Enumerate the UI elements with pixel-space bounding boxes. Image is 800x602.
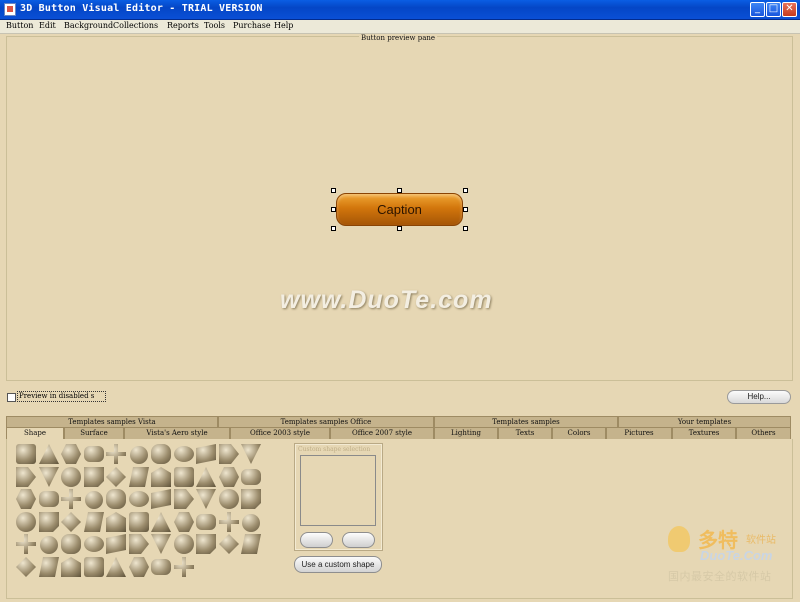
resize-handle-top-left[interactable] — [331, 188, 336, 193]
logo-chinese-sub: 软件站 — [746, 535, 776, 546]
tab-lighting[interactable]: Lighting — [434, 427, 498, 439]
menu-purchase[interactable]: Purchase — [233, 21, 271, 30]
help-button[interactable]: Help... — [727, 390, 791, 404]
tab-templates-samples[interactable]: Templates samples — [434, 416, 618, 427]
shape-option[interactable] — [151, 444, 171, 464]
disabled-preview-checkbox[interactable] — [7, 393, 16, 402]
shape-option[interactable] — [106, 489, 126, 509]
custom-shape-label: Custom shape selection — [298, 446, 371, 453]
resize-handle-left[interactable] — [331, 207, 336, 212]
minimize-button[interactable]: _ — [750, 2, 765, 17]
tab-your-templates[interactable]: Your templates — [618, 416, 791, 427]
shape-option[interactable] — [61, 534, 81, 554]
logo-slogan: 国内最安全的软件站 — [668, 570, 772, 583]
shape-option[interactable] — [219, 489, 239, 509]
shape-option[interactable] — [16, 512, 36, 532]
menu-collections[interactable]: Collections — [113, 21, 158, 30]
shape-option[interactable] — [174, 534, 194, 554]
tab-office-2007[interactable]: Office 2007 style — [330, 427, 434, 439]
caption-button-preview[interactable]: Caption — [336, 193, 463, 226]
preview-pane-label: Button preview pane — [359, 34, 438, 42]
shape-option[interactable] — [16, 444, 36, 464]
menu-reports[interactable]: Reports — [167, 21, 199, 30]
tab-surface[interactable]: Surface — [64, 427, 124, 439]
resize-handle-right[interactable] — [463, 207, 468, 212]
menu-tools[interactable]: Tools — [204, 21, 225, 30]
menu-button[interactable]: Button — [6, 21, 33, 30]
disabled-preview-label[interactable]: Preview in disabled s — [17, 391, 106, 402]
mascot-icon — [668, 526, 690, 552]
custom-shape-preview — [300, 455, 376, 526]
tab-templates-vista[interactable]: Templates samples Vista — [6, 416, 218, 427]
shape-option[interactable] — [84, 446, 104, 462]
title-bar: 3D Button Visual Editor - TRIAL VERSION … — [0, 0, 800, 20]
shape-option[interactable] — [84, 467, 104, 487]
tab-pictures[interactable]: Pictures — [606, 427, 672, 439]
tab-office-2003[interactable]: Office 2003 style — [230, 427, 330, 439]
logo-domain: DuoTe.Com — [700, 548, 773, 563]
shape-option[interactable] — [39, 512, 59, 532]
shape-option[interactable] — [61, 467, 81, 487]
shape-option[interactable] — [84, 557, 104, 577]
window-title: 3D Button Visual Editor - TRIAL VERSION — [20, 3, 263, 14]
resize-handle-top-right[interactable] — [463, 188, 468, 193]
shape-option[interactable] — [129, 512, 149, 532]
menu-help[interactable]: Help — [274, 21, 293, 30]
use-custom-shape-button[interactable]: Use a custom shape — [294, 556, 382, 573]
resize-handle-bottom-left[interactable] — [331, 226, 336, 231]
shape-option[interactable] — [241, 469, 261, 485]
menu-bar: Button Edit Background Collections Repor… — [0, 20, 800, 34]
tab-colors[interactable]: Colors — [552, 427, 606, 439]
tab-others[interactable]: Others — [736, 427, 791, 439]
tab-textures[interactable]: Textures — [672, 427, 736, 439]
custom-shape-load-button[interactable] — [300, 532, 333, 548]
resize-handle-top[interactable] — [397, 188, 402, 193]
menu-background[interactable]: Background — [64, 21, 113, 30]
tab-shape[interactable]: Shape — [6, 427, 64, 439]
shape-option[interactable] — [241, 489, 261, 509]
shape-option[interactable] — [174, 467, 194, 487]
tab-texts[interactable]: Texts — [498, 427, 552, 439]
shape-option[interactable] — [39, 491, 59, 507]
shape-option[interactable] — [196, 514, 216, 530]
menu-edit[interactable]: Edit — [39, 21, 56, 30]
app-icon[interactable] — [4, 3, 16, 16]
shape-option[interactable] — [196, 534, 216, 554]
resize-handle-bottom-right[interactable] — [463, 226, 468, 231]
resize-handle-bottom[interactable] — [397, 226, 402, 231]
shape-option[interactable] — [151, 559, 171, 575]
tab-templates-office[interactable]: Templates samples Office — [218, 416, 434, 427]
close-button[interactable]: ✕ — [782, 2, 797, 17]
custom-shape-clear-button[interactable] — [342, 532, 375, 548]
maximize-button[interactable]: □ — [766, 2, 781, 17]
watermark-text: www.DuoTe.com — [280, 286, 493, 314]
tab-vista-aero[interactable]: Vista's Aero style — [124, 427, 230, 439]
template-tabs: Templates samples Vista Templates sample… — [6, 416, 791, 427]
property-tabs: Shape Surface Vista's Aero style Office … — [6, 427, 791, 439]
duote-logo: 多特 软件站 DuoTe.Com 国内最安全的软件站 — [668, 524, 798, 586]
